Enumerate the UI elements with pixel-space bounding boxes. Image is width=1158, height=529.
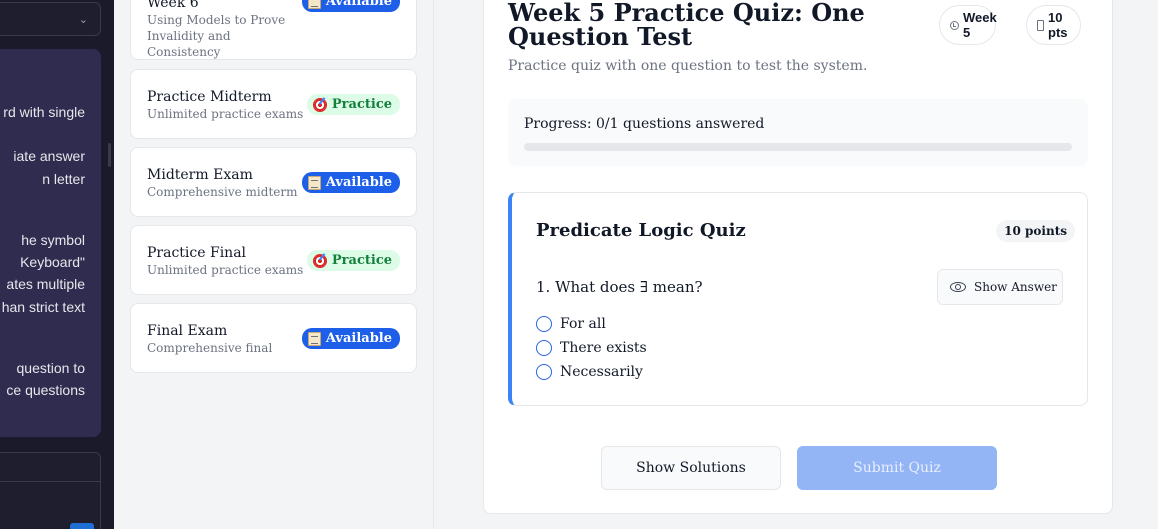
chat-input[interactable] xyxy=(0,452,101,529)
card-title: Week 6 xyxy=(147,0,199,11)
progress-bar xyxy=(524,143,1072,151)
target-icon xyxy=(312,253,327,268)
quiz-list: Week 6 Using Models to Prove Invalidity … xyxy=(114,0,434,529)
quiz-card-final[interactable]: Final Exam Comprehensive final Available xyxy=(130,303,417,373)
divider xyxy=(0,481,101,482)
submit-quiz-button[interactable]: Submit Quiz xyxy=(797,446,997,490)
quiz-panel: Week 5 Practice Quiz: One Question Test … xyxy=(483,0,1113,514)
card-title: Midterm Exam xyxy=(147,167,253,183)
card-title: Practice Midterm xyxy=(147,89,272,105)
quiz-card-practice-final[interactable]: Practice Final Unlimited practice exams … xyxy=(130,225,417,295)
card-title: Practice Final xyxy=(147,245,247,261)
progress-label: Progress: 0/1 questions answered xyxy=(524,116,765,132)
quiz-description: Practice quiz with one question to test … xyxy=(508,58,868,74)
memo-icon xyxy=(307,175,321,190)
card-subtitle: Unlimited practice exams xyxy=(147,263,304,277)
memo-icon xyxy=(307,0,321,9)
clock-icon xyxy=(950,20,959,30)
memo-icon xyxy=(307,331,321,346)
question-text: 1. What does ∃ mean? xyxy=(536,278,703,296)
model-select[interactable]: ⌄ xyxy=(0,2,101,36)
instruction-line: han strict text xyxy=(1,299,85,315)
card-subtitle: Comprehensive final xyxy=(147,341,273,355)
radio-button[interactable] xyxy=(536,340,552,356)
status-badge: Available xyxy=(301,328,400,349)
option-there-exists[interactable]: There exists xyxy=(536,340,647,356)
progress-section: Progress: 0/1 questions answered xyxy=(508,99,1088,166)
page-title: Week 5 Practice Quiz: One Question Test xyxy=(508,0,865,51)
question-card: Predicate Logic Quiz 10 points 1. What d… xyxy=(508,192,1088,406)
resize-handle[interactable] xyxy=(108,143,111,167)
card-title: Final Exam xyxy=(147,323,228,339)
radio-button[interactable] xyxy=(536,364,552,380)
show-solutions-button[interactable]: Show Solutions xyxy=(601,446,781,490)
section-title: Predicate Logic Quiz xyxy=(536,220,746,241)
week-pill: Week 5 xyxy=(939,5,997,45)
card-subtitle: Unlimited practice exams xyxy=(147,107,304,121)
instruction-line: he symbol xyxy=(21,232,85,248)
option-for-all[interactable]: For all xyxy=(536,316,606,332)
instruction-line: n letter xyxy=(42,171,85,187)
radio-button[interactable] xyxy=(536,316,552,332)
status-badge: Practice xyxy=(306,94,400,115)
target-icon xyxy=(312,97,327,112)
instruction-line: rd with single xyxy=(3,104,85,120)
instruction-line: Keyboard" xyxy=(20,254,85,270)
left-panel: ⌄ rd with single iate answer n letter he… xyxy=(0,0,114,529)
quiz-card-practice-midterm[interactable]: Practice Midterm Unlimited practice exam… xyxy=(130,69,417,139)
card-subtitle: Comprehensive midterm xyxy=(147,185,298,199)
eye-icon xyxy=(950,282,966,292)
status-badge: Available xyxy=(301,172,400,193)
gutter xyxy=(434,0,458,529)
quiz-card-midterm[interactable]: Midterm Exam Comprehensive midterm Avail… xyxy=(130,147,417,217)
instruction-line: ce questions xyxy=(6,382,85,398)
points-pill: 10 pts xyxy=(1026,5,1081,45)
option-necessarily[interactable]: Necessarily xyxy=(536,364,643,380)
main-area: Week 5 Practice Quiz: One Question Test … xyxy=(458,0,1158,529)
status-badge: Available xyxy=(301,0,400,12)
instruction-line: iate answer xyxy=(13,148,85,164)
chevron-down-icon: ⌄ xyxy=(78,13,88,26)
instruction-line: ates multiple xyxy=(6,276,85,292)
send-button[interactable] xyxy=(70,523,94,529)
status-badge: Practice xyxy=(306,250,400,271)
instructions-panel: rd with single iate answer n letter he s… xyxy=(0,49,101,437)
points-badge: 10 points xyxy=(996,220,1075,242)
card-subtitle: Using Models to Prove Invalidity and Con… xyxy=(147,13,286,59)
instruction-line: question to xyxy=(16,360,86,376)
show-answer-button[interactable]: Show Answer xyxy=(937,269,1063,305)
clipboard-icon xyxy=(1037,19,1044,31)
quiz-card-week6[interactable]: Week 6 Using Models to Prove Invalidity … xyxy=(130,0,417,60)
